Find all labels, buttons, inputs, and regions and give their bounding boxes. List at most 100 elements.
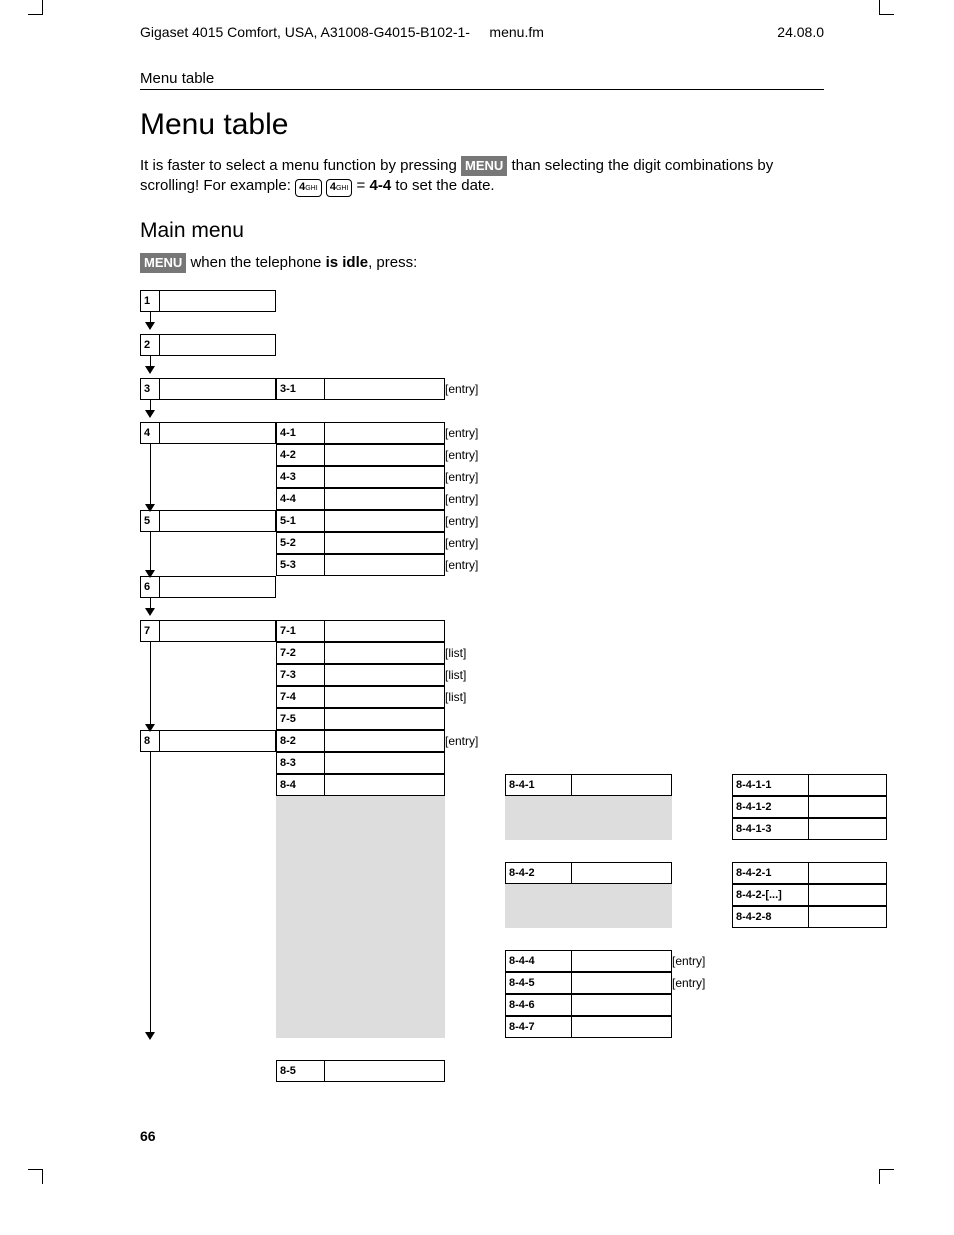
- label-cell: [809, 774, 887, 796]
- code-cell: 8-4-6: [505, 994, 572, 1016]
- page-number: 66: [140, 1128, 824, 1144]
- code-cell: 8-5: [276, 1060, 325, 1082]
- label-cell: [809, 796, 887, 818]
- shaded-cell: [276, 840, 325, 862]
- menu-table-grid: 1 2 3 3-1 [entry] 4 4-1: [140, 290, 824, 1082]
- entry-label: [entry]: [672, 972, 732, 994]
- entry-label: [entry]: [445, 422, 505, 444]
- entry-label: [entry]: [445, 554, 505, 576]
- entry-label: [entry]: [672, 950, 732, 972]
- shaded-cell: [325, 906, 445, 928]
- label-cell: [160, 576, 276, 598]
- shaded-cell: [505, 796, 572, 818]
- label-cell: [160, 730, 276, 752]
- menu-badge: MENU: [461, 156, 507, 176]
- label-cell: [809, 906, 887, 928]
- label-cell: [325, 686, 445, 708]
- label-cell: [160, 378, 276, 400]
- text: when the telephone: [186, 254, 325, 271]
- entry-label: [entry]: [445, 510, 505, 532]
- connector-line-icon: [140, 862, 160, 884]
- down-arrow-icon: [140, 356, 160, 378]
- label-cell: [809, 862, 887, 884]
- list-label: [list]: [445, 642, 505, 664]
- code-cell: 4-4: [276, 488, 325, 510]
- connector-line-icon: [140, 686, 160, 708]
- shaded-cell: [572, 906, 672, 928]
- label-cell: [325, 708, 445, 730]
- shaded-cell: [325, 818, 445, 840]
- crop-mark-icon: [28, 1169, 43, 1184]
- code-cell: 8-3: [276, 752, 325, 774]
- list-label: [list]: [445, 664, 505, 686]
- code-cell: 4: [140, 422, 160, 444]
- running-header: Gigaset 4015 Comfort, USA, A31008-G4015-…: [140, 24, 824, 40]
- label-cell: [160, 334, 276, 356]
- code-cell: 8-4: [276, 774, 325, 796]
- label-cell: [160, 510, 276, 532]
- label-cell: [325, 730, 445, 752]
- code-cell: 6: [140, 576, 160, 598]
- connector-line-icon: [140, 884, 160, 906]
- entry-label: [entry]: [445, 488, 505, 510]
- connector-line-icon: [140, 972, 160, 994]
- shaded-cell: [505, 906, 572, 928]
- label-cell: [572, 774, 672, 796]
- label-cell: [325, 642, 445, 664]
- intro-text: It is faster to select a menu function b…: [140, 156, 824, 197]
- label-cell: [160, 620, 276, 642]
- code-cell: 8-4-5: [505, 972, 572, 994]
- label-cell: [325, 620, 445, 642]
- connector-line-icon: [140, 950, 160, 972]
- connector-line-icon: [140, 906, 160, 928]
- text: It is faster to select a menu function b…: [140, 157, 461, 174]
- code-cell: 4-2: [276, 444, 325, 466]
- shaded-cell: [276, 950, 325, 972]
- shaded-cell: [276, 796, 325, 818]
- menu-badge: MENU: [140, 253, 186, 273]
- code-cell: 8-4-2-[...]: [732, 884, 809, 906]
- connector-line-icon: [140, 840, 160, 862]
- code-cell: 8-4-1-1: [732, 774, 809, 796]
- header-file: menu.fm: [489, 24, 543, 40]
- key-sub: GHI: [305, 185, 317, 192]
- label-cell: [325, 422, 445, 444]
- label-cell: [325, 664, 445, 686]
- code-cell: 8-2: [276, 730, 325, 752]
- shaded-cell: [325, 840, 445, 862]
- label-cell: [325, 378, 445, 400]
- text: to set the date.: [391, 177, 494, 194]
- code-cell: 8-4-2: [505, 862, 572, 884]
- connector-line-icon: [140, 532, 160, 554]
- code-cell: 7: [140, 620, 160, 642]
- shaded-cell: [325, 796, 445, 818]
- code-cell: 2: [140, 334, 160, 356]
- page: Gigaset 4015 Comfort, USA, A31008-G4015-…: [0, 0, 954, 1184]
- crop-mark-icon: [879, 1169, 894, 1184]
- connector-line-icon: [140, 642, 160, 664]
- shaded-cell: [505, 818, 572, 840]
- label-cell: [809, 818, 887, 840]
- shaded-cell: [325, 994, 445, 1016]
- shaded-cell: [325, 884, 445, 906]
- key-sub: GHI: [336, 185, 348, 192]
- section-label: Menu table: [140, 70, 824, 90]
- down-arrow-icon: [140, 1016, 160, 1038]
- code-cell: 7-2: [276, 642, 325, 664]
- down-arrow-icon: [140, 312, 160, 334]
- label-cell: [572, 1016, 672, 1038]
- shaded-cell: [276, 884, 325, 906]
- down-arrow-icon: [140, 598, 160, 620]
- list-label: [list]: [445, 686, 505, 708]
- key-icon: 4GHI: [326, 179, 353, 197]
- shaded-cell: [505, 884, 572, 906]
- label-cell: [325, 554, 445, 576]
- code-cell: 7-1: [276, 620, 325, 642]
- shaded-cell: [276, 906, 325, 928]
- label-cell: [572, 994, 672, 1016]
- connector-line-icon: [140, 752, 160, 774]
- connector-line-icon: [140, 664, 160, 686]
- code-cell: 1: [140, 290, 160, 312]
- code-cell: 8-4-2-1: [732, 862, 809, 884]
- label-cell: [325, 774, 445, 796]
